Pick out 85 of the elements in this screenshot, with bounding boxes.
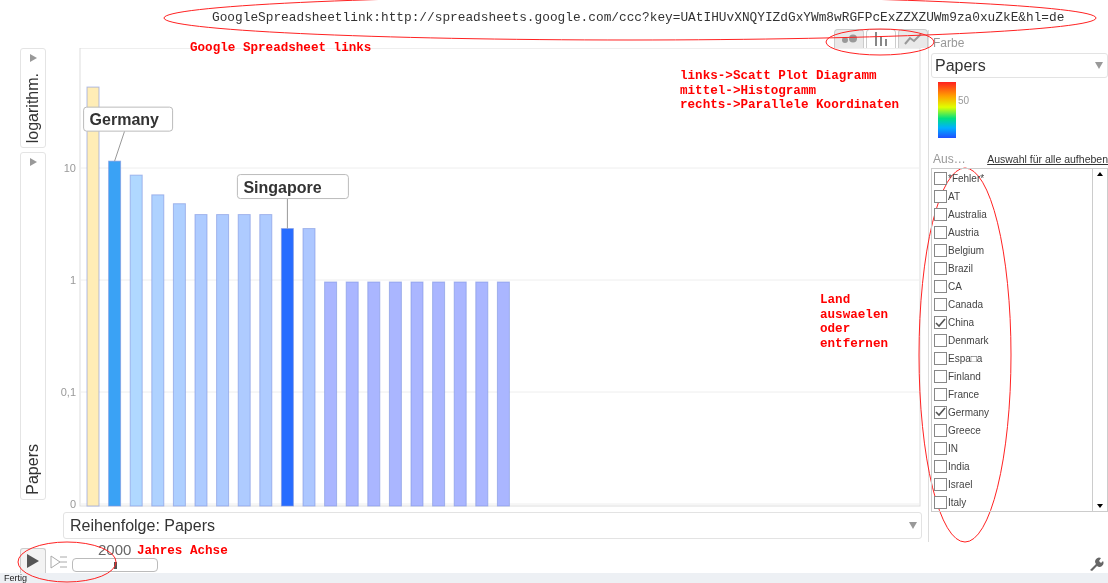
bar[interactable] — [453, 281, 467, 507]
checkbox[interactable] — [934, 441, 947, 455]
checkbox[interactable] — [934, 244, 947, 258]
annotation-note: Jahres Achse — [137, 544, 228, 559]
expand-arrow-icon — [29, 158, 37, 166]
axis-picker[interactable]: Papers — [20, 152, 46, 500]
annotation-note: Google Spreadsheet links — [190, 41, 372, 56]
bar[interactable] — [388, 281, 402, 507]
bar[interactable] — [345, 281, 359, 507]
country-item[interactable]: Brazil — [934, 259, 1092, 278]
slider-thumb[interactable] — [114, 562, 117, 569]
country-item[interactable]: IN — [934, 439, 1092, 458]
line-chart-icon — [904, 33, 922, 45]
color-scale — [938, 82, 956, 138]
checkbox[interactable] — [934, 298, 947, 312]
bar[interactable] — [496, 281, 510, 507]
play-icon — [26, 553, 40, 569]
checkbox[interactable] — [934, 352, 947, 365]
bar[interactable] — [324, 281, 338, 507]
order-dropdown[interactable]: Reihenfolge: Papers — [63, 512, 922, 539]
status-text: Fertig — [4, 573, 27, 583]
country-item[interactable]: France — [934, 385, 1092, 404]
axis-picker[interactable]: logarithm. — [20, 48, 46, 148]
checkbox[interactable] — [934, 423, 947, 437]
country-item[interactable]: Italy — [934, 493, 1092, 511]
checkmark-icon — [935, 317, 946, 328]
checkbox[interactable] — [934, 334, 947, 348]
spreadsheet-link-text: GoogleSpreadsheetlink:http://spreadsheets.google.com/ccc?key=UAtIHUvXNQYIZdGxYWm8wRGFPcExZZXZUWm9za0xuZkE&hl=de — [212, 10, 1065, 25]
color-dropdown[interactable]: Papers — [931, 53, 1108, 78]
country-item[interactable]: Israel — [934, 475, 1092, 494]
checkbox[interactable] — [934, 172, 947, 186]
country-item[interactable]: CA — [934, 277, 1092, 296]
checkbox[interactable] — [934, 495, 947, 509]
bar[interactable] — [432, 281, 446, 507]
bar[interactable] — [367, 281, 381, 507]
country-item[interactable]: Espa□a — [934, 349, 1092, 368]
color-label: Farbe — [933, 36, 966, 50]
legend-tick-label: 50 — [958, 95, 970, 106]
checkbox[interactable] — [934, 459, 947, 473]
country-item[interactable]: Denmark — [934, 331, 1092, 350]
bar[interactable] — [280, 228, 294, 507]
bar[interactable] — [172, 203, 186, 507]
country-item[interactable]: Australia — [934, 205, 1092, 224]
expand-arrow-icon — [29, 54, 37, 62]
country-item[interactable]: Germany — [934, 403, 1092, 422]
checkbox[interactable] — [934, 208, 947, 222]
checkbox[interactable] — [934, 405, 947, 419]
country-item[interactable]: India — [934, 457, 1092, 476]
y-tick-label: 0,1 — [60, 386, 76, 398]
scatter-chart-icon — [839, 34, 859, 44]
y-tick-label: 0 — [69, 498, 76, 510]
y-tick-label: 10 — [63, 162, 76, 174]
bar[interactable] — [475, 281, 489, 507]
callout: Singapore — [236, 174, 349, 230]
bar-chart-icon — [874, 32, 888, 46]
bar[interactable] — [108, 160, 122, 507]
annotation-note: links->Scatt Plot Diagramm mittel->Histogramm rechts->Parallele Koordinaten — [680, 69, 900, 113]
country-item[interactable]: Canada — [934, 295, 1092, 314]
country-item[interactable]: China — [934, 313, 1092, 332]
country-item[interactable]: Austria — [934, 223, 1092, 242]
checkmark-icon — [935, 407, 946, 418]
step-icon[interactable] — [50, 555, 68, 569]
checkbox[interactable] — [934, 262, 947, 276]
country-item[interactable]: Finland — [934, 367, 1092, 386]
country-item[interactable]: Belgium — [934, 241, 1092, 260]
dropdown-arrow-icon — [1095, 62, 1103, 69]
annotation-note: Land auswaelen oder entfernen — [820, 293, 889, 351]
checkbox[interactable] — [934, 190, 947, 204]
wrench-icon[interactable] — [1088, 557, 1104, 571]
bar[interactable] — [216, 214, 230, 507]
checkbox[interactable] — [934, 226, 947, 240]
checkbox[interactable] — [934, 387, 947, 401]
checkbox[interactable] — [934, 477, 947, 491]
play-button[interactable] — [20, 548, 46, 573]
checkbox[interactable] — [934, 280, 947, 294]
y-tick-label: 1 — [69, 274, 76, 286]
callout: Germany — [83, 106, 174, 162]
country-item[interactable]: Greece — [934, 421, 1092, 440]
dropdown-arrow-icon — [909, 522, 917, 529]
checkbox[interactable] — [934, 316, 947, 330]
time-slider[interactable] — [72, 558, 158, 572]
selection-label: Aus… — [933, 152, 966, 166]
country-item[interactable]: AT — [934, 187, 1092, 206]
clear-selection-link[interactable]: Auswahl für alle aufheben — [987, 153, 1108, 165]
checkbox[interactable] — [934, 369, 947, 383]
